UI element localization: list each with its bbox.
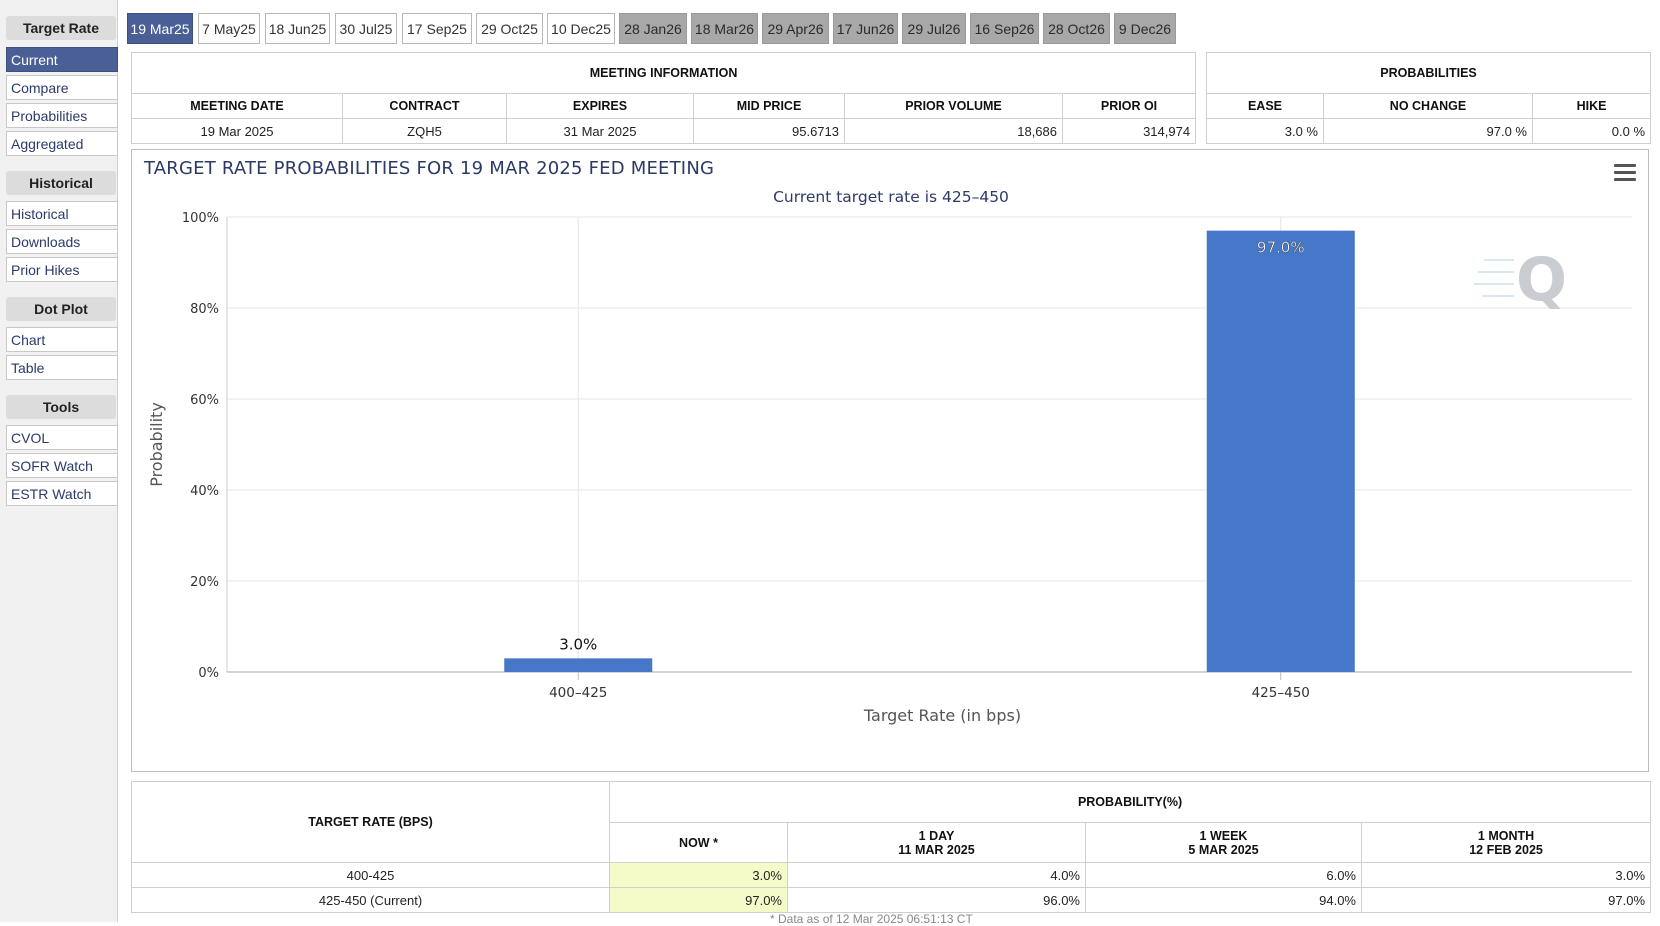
sidebar-item-prior-hikes[interactable]: Prior Hikes bbox=[6, 257, 118, 282]
tab-29-apr26[interactable]: 29 Apr26 bbox=[762, 13, 829, 44]
mid-price-header: MID PRICE bbox=[693, 93, 845, 119]
sidebar-header-tools: Tools bbox=[6, 395, 116, 419]
sidebar-item-probabilities[interactable]: Probabilities bbox=[6, 103, 118, 128]
y-axis-title: Probability bbox=[147, 402, 166, 487]
sidebar-item-cvol[interactable]: CVOL bbox=[6, 425, 118, 450]
sidebar-item-current[interactable]: Current bbox=[6, 47, 118, 72]
expires-header: EXPIRES bbox=[506, 93, 694, 119]
prior-volume-header: PRIOR VOLUME bbox=[844, 93, 1063, 119]
sidebar-item-table[interactable]: Table bbox=[6, 355, 118, 380]
probabilities-table: PROBABILITIES EASE NO CHANGE HIKE 3.0 % … bbox=[1205, 52, 1652, 144]
one-week-date: 5 MAR 2025 bbox=[1188, 842, 1259, 857]
x-axis-title: Target Rate (in bps) bbox=[863, 706, 1021, 725]
sidebar-header-target-rate: Target Rate bbox=[6, 16, 116, 40]
svg-text:Q: Q bbox=[1516, 245, 1567, 315]
target-rate-bar-chart: 0% 20% 40% 60% 80% 100% 400–425 3.0% 425–450 97.0… bbox=[147, 211, 1632, 725]
tab-28-oct26[interactable]: 28 Oct26 bbox=[1043, 13, 1110, 44]
one-week-column-header: 1 WEEK 5 MAR 2025 bbox=[1085, 822, 1362, 863]
tab-10-dec25[interactable]: 10 Dec25 bbox=[547, 13, 615, 44]
y-tick-label: 100% bbox=[182, 211, 219, 226]
one-month-date: 12 FEB 2025 bbox=[1469, 842, 1543, 857]
y-tick-label: 40% bbox=[190, 484, 219, 499]
probability-bar bbox=[504, 658, 653, 672]
sidebar-item-aggregated[interactable]: Aggregated bbox=[6, 131, 118, 156]
ease-value: 3.0 % bbox=[1206, 118, 1324, 144]
quikstrike-watermark-icon: Q bbox=[1474, 245, 1567, 315]
prior-volume-value: 18,686 bbox=[844, 118, 1063, 144]
one-day-label: 1 DAY bbox=[918, 828, 955, 843]
bar-data-label: 3.0% bbox=[559, 635, 597, 653]
probabilities-title: PROBABILITIES bbox=[1205, 52, 1652, 94]
no-change-value: 97.0 % bbox=[1323, 118, 1533, 144]
one-month-probability-cell: 97.0% bbox=[1360, 887, 1652, 913]
bar-data-label: 97.0% bbox=[1257, 239, 1305, 257]
meeting-information-title: MEETING INFORMATION bbox=[130, 52, 1197, 94]
one-month-label: 1 MONTH bbox=[1477, 828, 1535, 843]
sidebar: Target Rate Current Compare Probabilitie… bbox=[0, 0, 118, 922]
sidebar-item-sofr-watch[interactable]: SOFR Watch bbox=[6, 453, 118, 478]
one-month-column-header: 1 MONTH 12 FEB 2025 bbox=[1360, 822, 1652, 863]
sidebar-item-downloads[interactable]: Downloads bbox=[6, 229, 118, 254]
hike-header: HIKE bbox=[1531, 93, 1652, 119]
sidebar-item-compare[interactable]: Compare bbox=[6, 75, 118, 100]
sidebar-item-historical[interactable]: Historical bbox=[6, 201, 118, 226]
one-week-probability-cell: 6.0% bbox=[1085, 862, 1362, 888]
y-tick-label: 80% bbox=[190, 302, 219, 317]
data-timestamp-footnote: * Data as of 12 Mar 2025 06:51:13 CT bbox=[770, 912, 973, 926]
tab-18-mar26[interactable]: 18 Mar26 bbox=[691, 13, 758, 44]
tab-9-dec26[interactable]: 9 Dec26 bbox=[1114, 13, 1176, 44]
target-rate-probability-table: TARGET RATE (BPS) PROBABILITY(%) NOW * 1… bbox=[131, 781, 1652, 913]
one-day-column-header: 1 DAY 11 MAR 2025 bbox=[787, 822, 1086, 863]
tab-17-sep25[interactable]: 17 Sep25 bbox=[402, 13, 472, 44]
now-probability-cell: 3.0% bbox=[609, 862, 788, 888]
tab-16-sep26[interactable]: 16 Sep26 bbox=[970, 13, 1039, 44]
hike-value: 0.0 % bbox=[1531, 118, 1652, 144]
target-rate-cell: 400-425 bbox=[131, 862, 610, 888]
mid-price-value: 95.6713 bbox=[693, 118, 845, 144]
x-tick-label: 425–450 bbox=[1252, 685, 1310, 701]
target-rate-chart-panel: TARGET RATE PROBABILITIES FOR 19 MAR 202… bbox=[131, 149, 1649, 772]
tab-28-jan26[interactable]: 28 Jan26 bbox=[619, 13, 687, 44]
sidebar-item-chart[interactable]: Chart bbox=[6, 327, 118, 352]
tab-7-may25[interactable]: 7 May25 bbox=[198, 13, 260, 44]
x-tick-label: 400–425 bbox=[549, 685, 607, 701]
probability-percent-header: PROBABILITY(%) bbox=[608, 781, 1652, 823]
tab-18-jun25[interactable]: 18 Jun25 bbox=[265, 13, 330, 44]
one-week-label: 1 WEEK bbox=[1199, 828, 1248, 843]
sidebar-header-historical: Historical bbox=[6, 171, 116, 195]
y-tick-label: 20% bbox=[190, 575, 219, 590]
no-change-header: NO CHANGE bbox=[1323, 93, 1533, 119]
y-tick-label: 0% bbox=[198, 666, 219, 681]
tab-29-oct25[interactable]: 29 Oct25 bbox=[476, 13, 543, 44]
one-day-probability-cell: 96.0% bbox=[787, 887, 1086, 913]
sidebar-item-estr-watch[interactable]: ESTR Watch bbox=[6, 481, 118, 506]
meeting-information-table: MEETING INFORMATION MEETING DATE CONTRAC… bbox=[130, 52, 1197, 144]
one-day-date: 11 MAR 2025 bbox=[898, 842, 975, 857]
one-week-probability-cell: 94.0% bbox=[1085, 887, 1362, 913]
meeting-date-header: MEETING DATE bbox=[131, 93, 343, 119]
sidebar-header-dot-plot: Dot Plot bbox=[6, 297, 116, 321]
target-rate-cell: 425-450 (Current) bbox=[131, 887, 610, 913]
one-month-probability-cell: 3.0% bbox=[1360, 862, 1652, 888]
tab-19-mar25[interactable]: 19 Mar25 bbox=[127, 13, 193, 44]
contract-value: ZQH5 bbox=[342, 118, 507, 144]
meeting-date-value: 19 Mar 2025 bbox=[131, 118, 343, 144]
prior-oi-value: 314,974 bbox=[1061, 118, 1197, 144]
table-row: 425-450 (Current) 97.0% 96.0% 94.0% 97.0… bbox=[131, 887, 1652, 913]
expires-value: 31 Mar 2025 bbox=[506, 118, 694, 144]
ease-header: EASE bbox=[1206, 93, 1324, 119]
contract-header: CONTRACT bbox=[342, 93, 507, 119]
prior-oi-header: PRIOR OI bbox=[1061, 93, 1197, 119]
tab-17-jun26[interactable]: 17 Jun26 bbox=[833, 13, 898, 44]
probability-bar bbox=[1206, 230, 1355, 672]
now-probability-cell: 97.0% bbox=[609, 887, 788, 913]
tab-30-jul25[interactable]: 30 Jul25 bbox=[335, 13, 397, 44]
y-tick-label: 60% bbox=[190, 393, 219, 408]
table-row: 400-425 3.0% 4.0% 6.0% 3.0% bbox=[131, 862, 1652, 888]
one-day-probability-cell: 4.0% bbox=[787, 862, 1086, 888]
target-rate-bps-header: TARGET RATE (BPS) bbox=[131, 781, 610, 863]
tab-29-jul26[interactable]: 29 Jul26 bbox=[902, 13, 966, 44]
now-column-header: NOW * bbox=[609, 822, 788, 863]
